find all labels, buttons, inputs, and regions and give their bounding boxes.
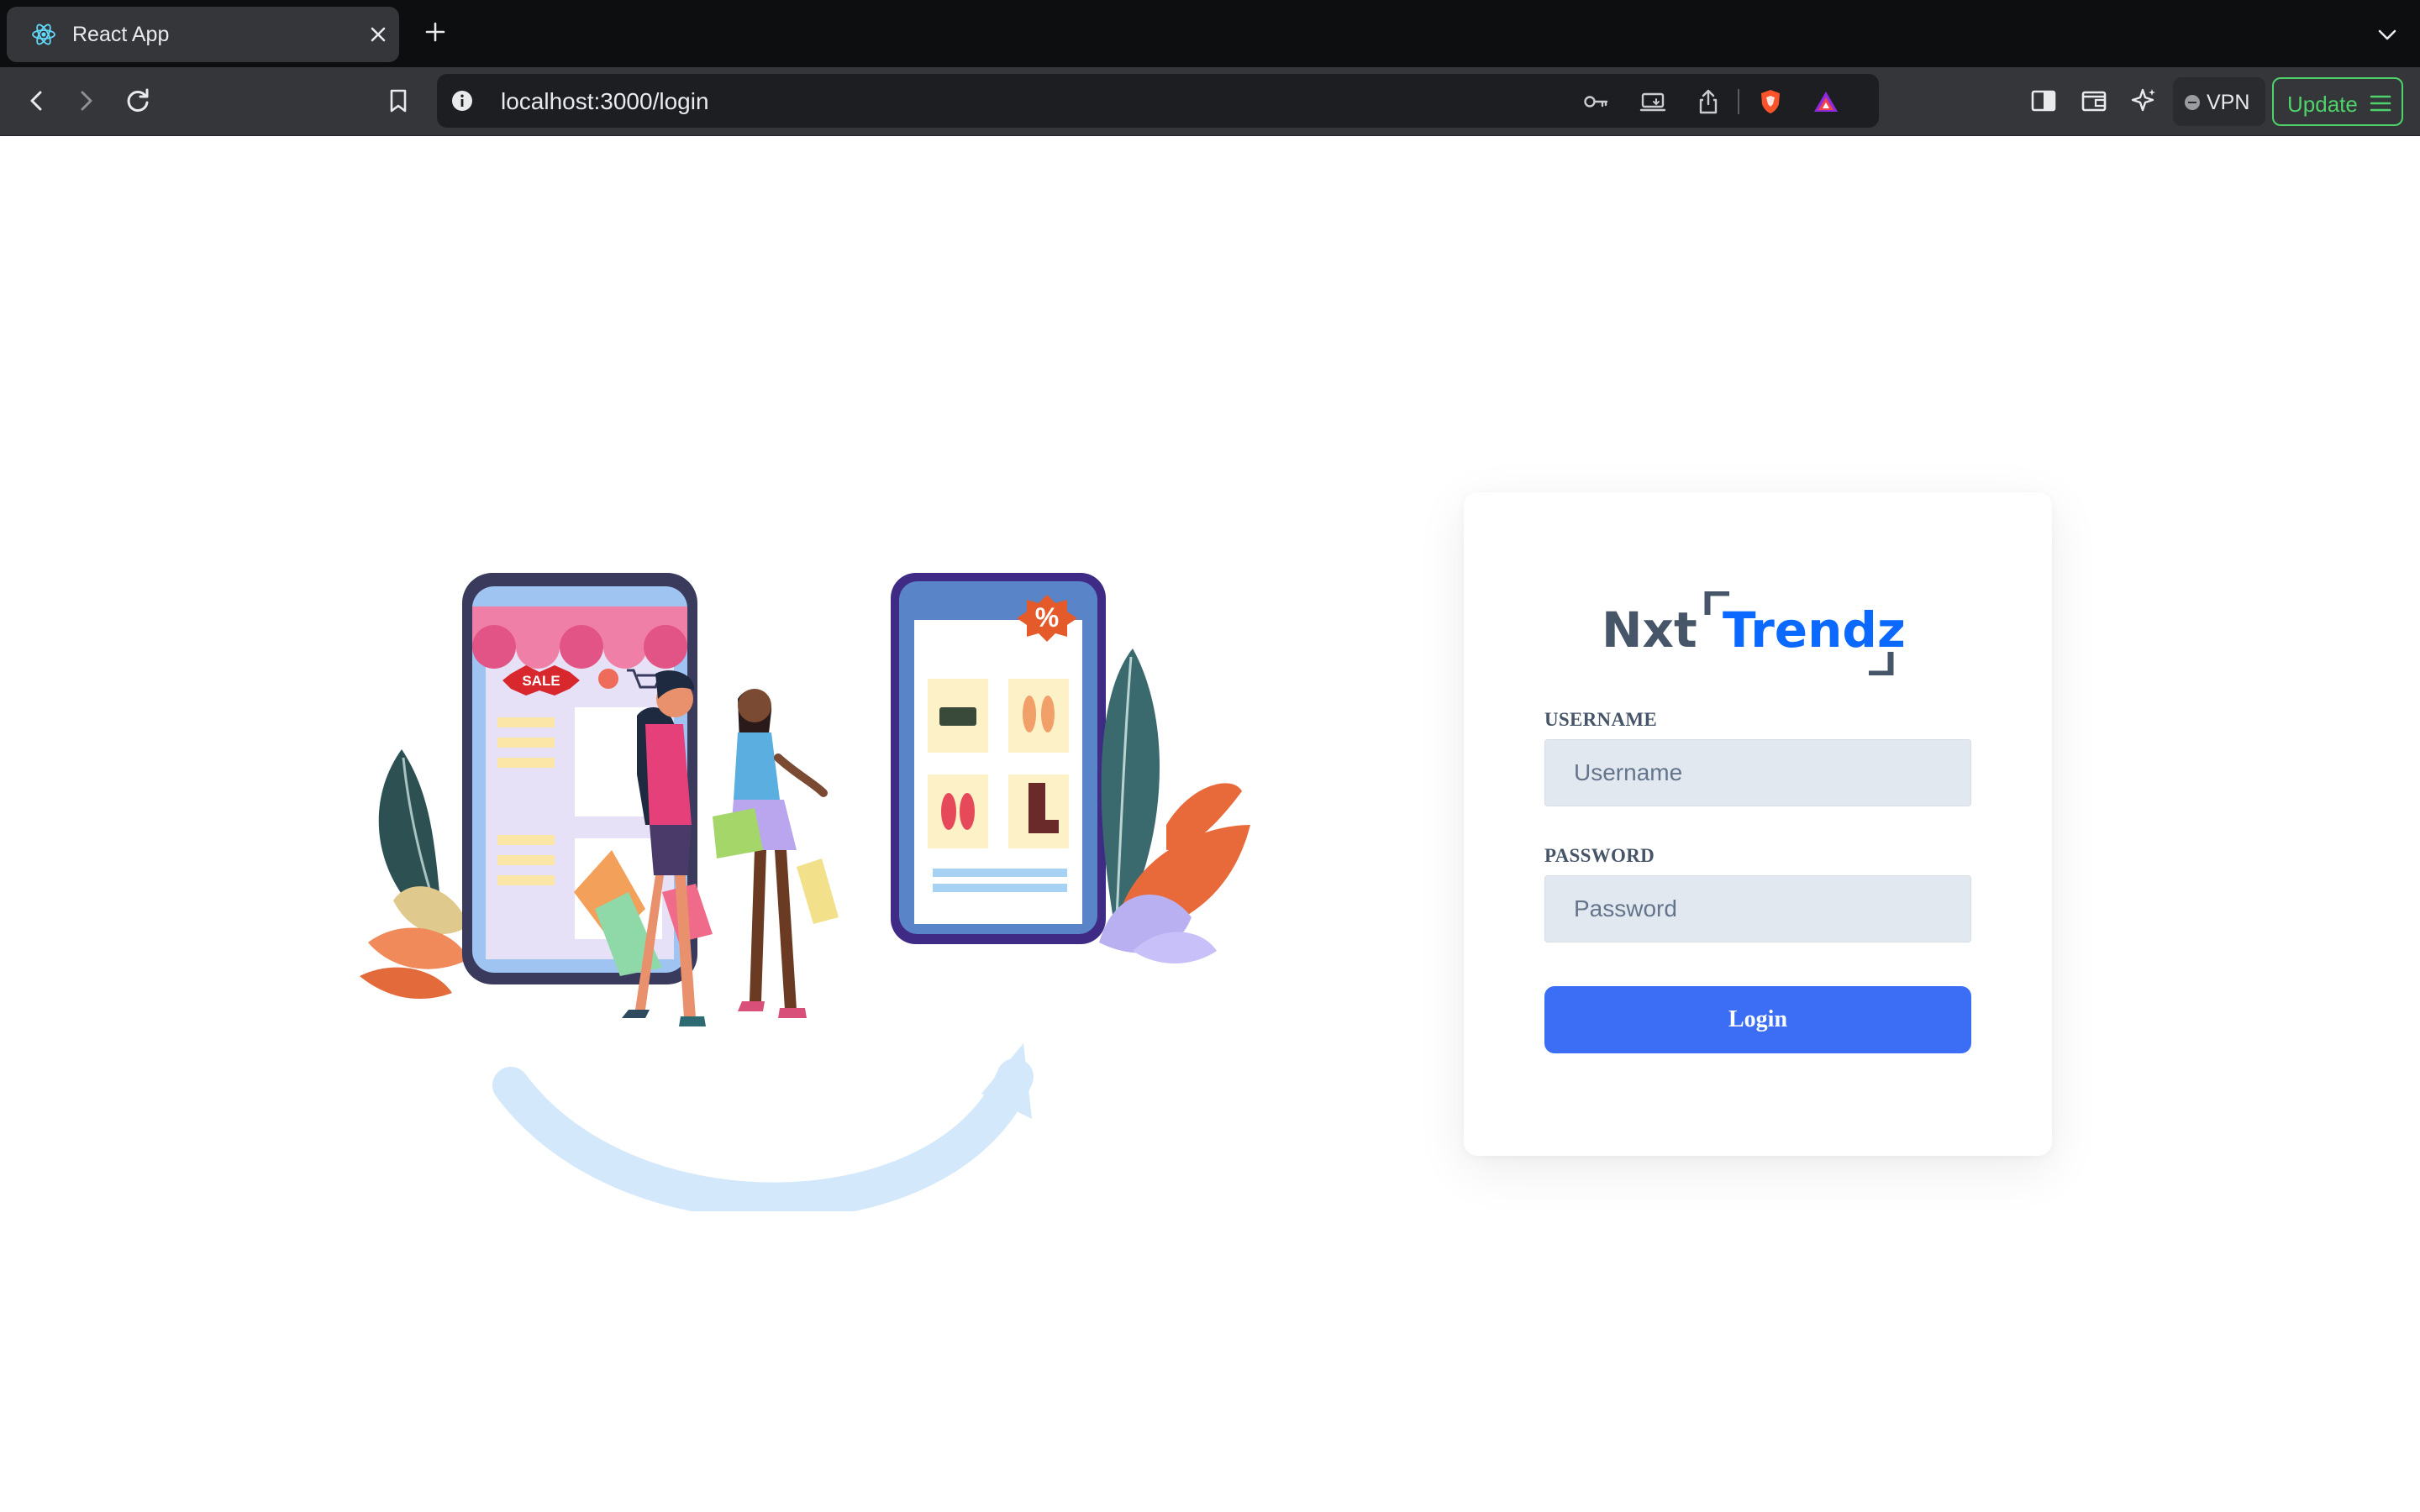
close-tab-icon[interactable] [366, 23, 390, 46]
chevron-down-icon[interactable] [2375, 22, 2400, 47]
update-button[interactable]: Update [2272, 77, 2403, 126]
reload-icon[interactable] [119, 82, 156, 119]
address-bar[interactable]: localhost:3000/login [437, 74, 1879, 128]
sidebar-toggle-icon[interactable] [2025, 82, 2062, 119]
username-input[interactable] [1544, 739, 1971, 806]
back-icon[interactable] [18, 82, 55, 119]
key-icon[interactable] [1581, 87, 1610, 116]
login-page: SALE % Nxt Trendz USERNAME Username PASS… [0, 136, 2420, 1512]
address-url[interactable]: localhost:3000/login [501, 88, 709, 115]
brave-rewards-icon[interactable] [1812, 87, 1840, 116]
new-tab-icon[interactable] [422, 18, 449, 45]
vpn-label: VPN [2207, 91, 2250, 114]
discount-badge: % [1035, 602, 1059, 633]
password-input[interactable] [1544, 875, 1971, 942]
address-separator [1738, 89, 1739, 114]
browser-toolbar: localhost:3000/login VPN Update [0, 67, 2420, 136]
brave-shields-icon[interactable] [1756, 87, 1785, 116]
browser-tab-strip: React App [0, 0, 2420, 67]
shopping-illustration: SALE % [360, 573, 1250, 1211]
install-app-icon[interactable] [1639, 87, 1667, 116]
site-info-icon[interactable] [450, 89, 474, 113]
nxt-trendz-logo: Nxt Trendz [1602, 591, 1921, 675]
vpn-button[interactable]: VPN [2173, 77, 2265, 126]
tab-title: React App [72, 23, 170, 46]
react-icon [32, 24, 55, 45]
vpn-status-icon [2185, 95, 2200, 110]
password-label: PASSWORD [1544, 845, 1655, 866]
share-icon[interactable] [1694, 87, 1723, 116]
menu-icon [2370, 95, 2391, 112]
leo-ai-icon[interactable] [2126, 82, 2163, 119]
logo-bracket-icon [1704, 591, 1894, 675]
login-card: Nxt Trendz USERNAME PASSWORD Login [1464, 492, 2052, 1156]
login-button[interactable]: Login [1544, 986, 1971, 1053]
browser-tab-active[interactable]: React App [7, 7, 399, 62]
sale-badge: SALE [522, 673, 560, 689]
username-label: USERNAME [1544, 709, 1658, 730]
bookmark-icon[interactable] [380, 82, 417, 119]
update-label: Update [2287, 92, 2358, 117]
forward-icon[interactable] [67, 82, 104, 119]
wallet-icon[interactable] [2075, 82, 2112, 119]
